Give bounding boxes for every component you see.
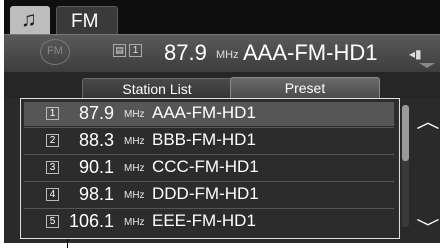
fm-band-icon[interactable]: FM [40, 39, 70, 65]
current-station: AAA-FM-HD1 [243, 40, 378, 65]
preset-station: EEE-FM-HD1 [152, 211, 256, 230]
preset-unit: MHz [124, 136, 145, 147]
preset-number: 1 [46, 107, 59, 120]
preset-frequency: 98.1 [79, 184, 115, 204]
preset-station: CCC-FM-HD1 [152, 157, 259, 176]
tab-preset[interactable]: Preset [230, 77, 380, 99]
preset-unit: MHz [124, 109, 145, 120]
preset-row-4[interactable]: 4 98.1 MHz DDD-FM-HD1 [24, 183, 394, 207]
frequency-unit: MHz [216, 49, 239, 61]
hd-radio-icon: ▤ [113, 44, 126, 57]
preset-unit: MHz [124, 190, 145, 201]
fm-tab-label: FM [71, 11, 99, 32]
preset-frequency: 87.9 [79, 103, 115, 123]
preset-number: 4 [46, 188, 59, 201]
fm-tab[interactable]: FM [56, 6, 118, 34]
row-divider [24, 154, 394, 155]
preset-list: 1 87.9 MHz AAA-FM-HD1 2 88.3 MHz BBB-FM-… [20, 98, 400, 239]
signal-icon: ◂▮ [409, 47, 422, 61]
scroll-up-icon[interactable]: ︿ [416, 108, 439, 134]
row-divider [24, 208, 394, 209]
music-tab[interactable]: ♫ [10, 6, 50, 34]
preset-row-1[interactable]: 1 87.9 MHz AAA-FM-HD1 [24, 102, 394, 126]
preset-station: AAA-FM-HD1 [152, 103, 256, 122]
preset-unit: MHz [124, 163, 145, 174]
preset-unit: MHz [124, 217, 145, 228]
row-divider [24, 181, 394, 182]
preset-row-3[interactable]: 3 90.1 MHz CCC-FM-HD1 [24, 156, 394, 180]
preset-number: 5 [46, 215, 59, 228]
preset-number: 2 [46, 134, 59, 147]
music-note-icon: ♫ [21, 8, 37, 31]
preset-row-2[interactable]: 2 88.3 MHz BBB-FM-HD1 [24, 129, 394, 153]
preset-number: 3 [46, 161, 59, 174]
preset-station: BBB-FM-HD1 [152, 130, 256, 149]
pull-down-icon[interactable] [419, 63, 435, 68]
preset-number-icon: 1 [129, 44, 142, 57]
preset-frequency: 88.3 [79, 130, 115, 150]
preset-row-5[interactable]: 5 106.1 MHz EEE-FM-HD1 [24, 210, 394, 234]
row-divider [24, 127, 394, 128]
tab-station-list[interactable]: Station List [82, 78, 232, 99]
callout-line [67, 239, 68, 248]
preset-frequency: 90.1 [79, 157, 115, 177]
preset-station: DDD-FM-HD1 [152, 184, 259, 203]
preset-frequency: 106.1 [69, 211, 115, 231]
audio-screen: ♫ FM FM ▤ 1 87.9 MHz AAA-FM-HD1 ◂▮ Stati… [4, 0, 440, 243]
source-tab-bar: ♫ FM [4, 0, 440, 34]
current-frequency: 87.9 [164, 40, 207, 65]
scroll-down-icon[interactable]: ﹀ [416, 214, 439, 240]
scrollbar-thumb[interactable] [402, 105, 409, 161]
